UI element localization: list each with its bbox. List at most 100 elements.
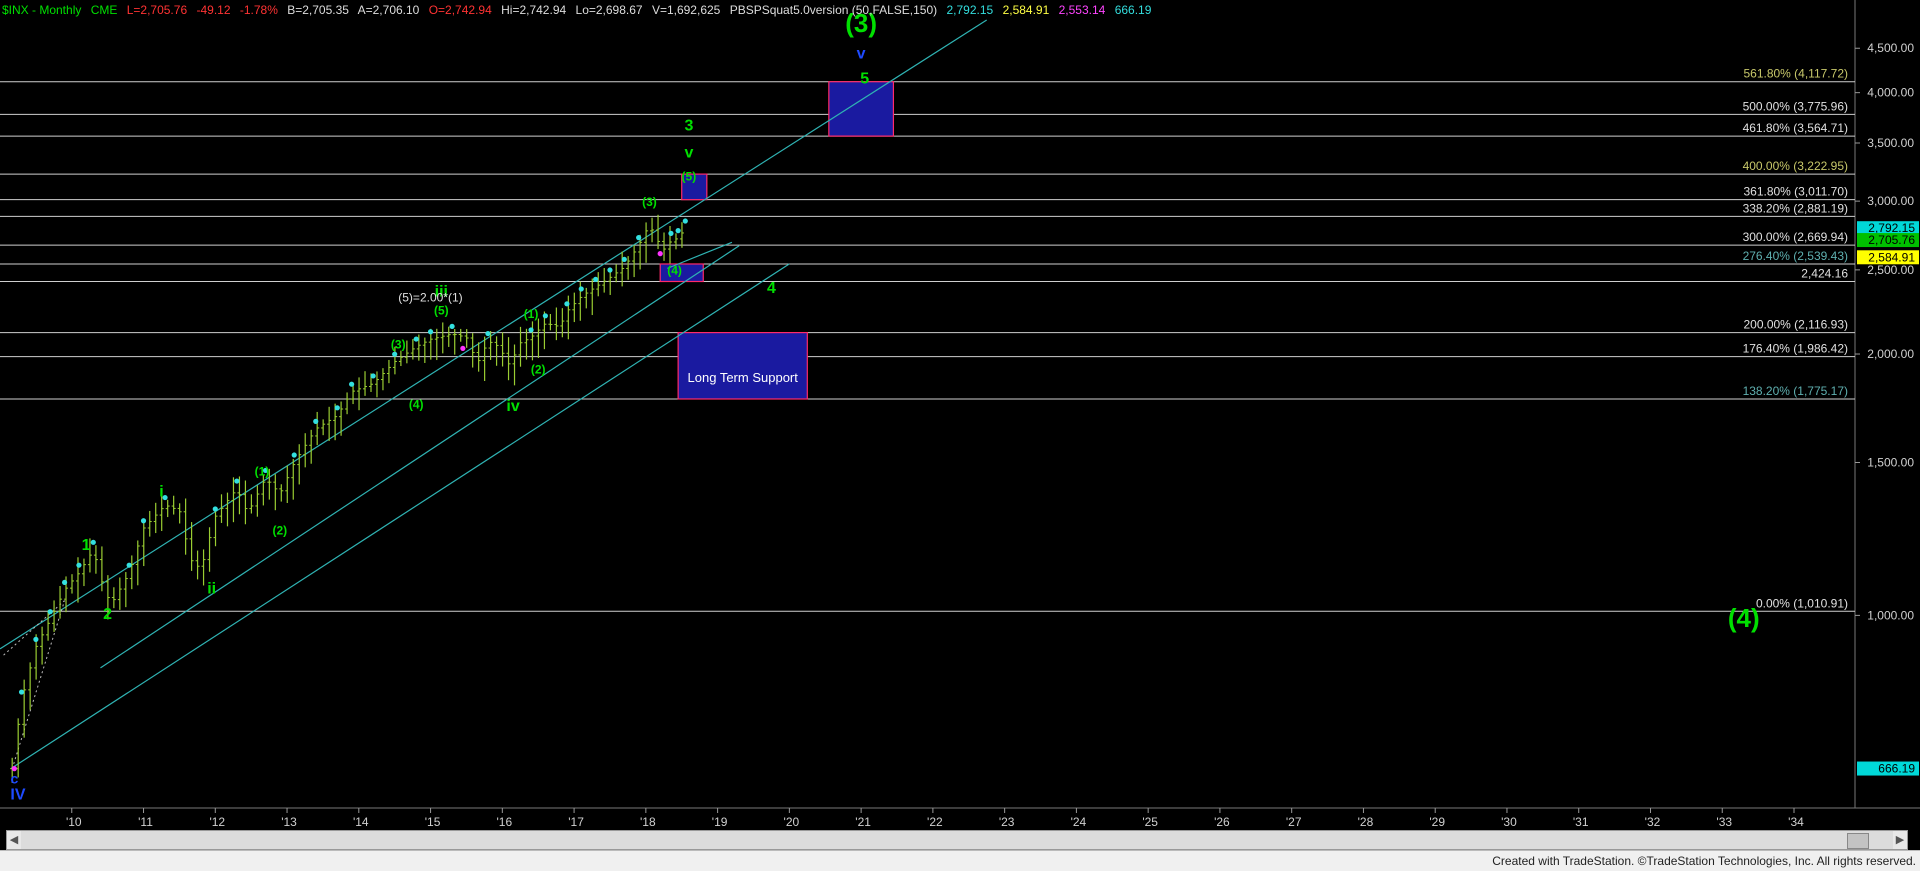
x-tick-label: '11 [138,815,153,829]
last-price: L=2,705.76 [126,3,188,17]
exchange-label: CME [90,3,118,17]
wave-label: (3) [391,337,406,351]
x-tick-label: '13 [281,815,297,829]
wave-label: (1) [524,307,539,321]
wave-label: (5) [682,169,697,183]
wave-label: v [857,45,866,62]
x-tick-label: '18 [640,815,656,829]
fib-level-label: 0.00% (1,010.91) [1756,596,1848,610]
swing-low-dot [460,345,466,352]
fib-level-label: 200.00% (2,116.93) [1743,318,1848,332]
indicator-value-3: 2,553.14 [1058,3,1106,17]
x-tick-label: '30 [1501,815,1517,829]
fib-level-label: 338.20% (2,881.19) [1743,201,1848,215]
swing-high-dot [370,373,376,379]
open-value: O=2,742.94 [428,3,492,17]
long-term-support [677,331,808,400]
y-tick-label: 2,000.00 [1867,347,1914,361]
wave-label: (2) [273,523,288,537]
plot-background [0,0,1920,830]
swing-high-dot [61,579,68,586]
y-tick-label: 3,500.00 [1867,136,1914,150]
indicator-name: PBSPSquat5.0version (50,FALSE,150) [729,3,938,17]
x-tick-label: '15 [425,815,441,829]
fib-level-label: 138.20% (1,775.17) [1743,384,1848,398]
low-value: Lo=2,698.67 [575,3,643,17]
wave-label: i [159,484,163,501]
price-chart[interactable]: 1,000.00 1,500.00 2,000.00 2,500.00 3,000.00… [0,0,1920,830]
high-value: Hi=2,742.94 [501,3,567,17]
x-tick-label: '21 [855,815,871,829]
fib-level-label: 2,424.16 [1801,266,1848,280]
x-tick-label: '32 [1645,815,1661,829]
swing-high-dot [90,539,96,545]
x-tick-label: '16 [497,815,513,829]
swing-high-dot [449,323,455,329]
wave-label: ii [207,580,216,597]
x-tick-label: '10 [66,815,82,829]
x-tick-label: '14 [353,815,369,829]
swing-high-dot [126,562,132,568]
swing-high-dot [413,336,419,342]
x-tick-label: '26 [1214,815,1230,829]
wave-label: (1) [255,464,270,478]
footer-bar: Created with TradeStation. ©TradeStation… [0,850,1920,871]
wave-label: v [684,144,693,161]
fib-level-label: 361.80% (3,011.70) [1743,185,1848,199]
ask-value: A=2,706.10 [357,3,420,17]
swing-low-dot [657,251,663,257]
indicator-value-1: 2,792.15 [946,3,994,17]
swing-high-dot [636,235,642,241]
wave-label: 4 [767,280,776,297]
scroll-right-arrow-icon[interactable]: ▶ [1893,831,1907,849]
wave-label: (2) [531,362,546,376]
x-tick-label: '34 [1788,815,1804,829]
x-tick-label: '33 [1716,815,1732,829]
wave-label: (3) [642,195,657,209]
wave-label: (5) [434,304,449,318]
swing-high-dot [18,689,25,695]
x-tick-label: '25 [1142,815,1158,829]
wave-label: c [10,771,18,787]
x-tick-label: '19 [712,815,728,829]
price-tag-label: 2,584.91 [1868,250,1915,264]
x-tick-label: '12 [209,815,225,829]
swing-high-dot [578,286,584,292]
wave-label: 3 [684,117,693,134]
symbol-label: $INX - Monthly [2,3,82,17]
wave-label: 1 [82,537,91,554]
wave-label: 5 [860,70,869,87]
swing-high-dot [668,230,674,236]
scroll-left-arrow-icon[interactable]: ◀ [7,831,21,849]
fib-level-label: 500.00% (3,775.96) [1743,99,1848,113]
swing-high-dot [682,218,688,224]
fib-level-label: 561.80% (4,117.72) [1743,67,1848,81]
chart-frame: 1,000.00 1,500.00 2,000.00 2,500.00 3,000.00… [0,0,1920,870]
swing-high-dot [47,609,53,615]
x-tick-label: '17 [568,815,584,829]
x-tick-label: '23 [999,815,1015,829]
box-label: Long Term Support [688,370,799,385]
price-tag-label: 666.19 [1878,762,1915,776]
fib-level-label: 461.80% (3,564.71) [1743,121,1848,135]
wave-label: iv [506,398,519,415]
swing-high-dot [212,506,218,512]
y-tick-label: 2,500.00 [1867,263,1914,277]
x-tick-label: '28 [1358,815,1374,829]
y-tick-label: 1,500.00 [1867,455,1914,469]
chart-header: $INX - Monthly CME L=2,705.76 -49.12 -1.… [2,3,1157,19]
swing-high-dot [140,518,147,524]
swing-high-dot [33,636,39,642]
swing-high-dot [427,329,434,335]
wave-label: IV [10,786,25,803]
swing-high-dot [607,267,613,273]
wave-label: (4) [667,263,682,277]
horizontal-scrollbar[interactable]: ◀ ▶ [6,830,1908,850]
copyright-text: Created with TradeStation. ©TradeStation… [1492,854,1916,868]
scroll-thumb[interactable] [1847,833,1869,849]
swing-high-dot [675,228,681,234]
x-tick-label: '31 [1573,815,1589,829]
wave-label: (4) [1728,603,1760,633]
x-tick-label: '27 [1286,815,1302,829]
x-tick-label: '22 [927,815,943,829]
